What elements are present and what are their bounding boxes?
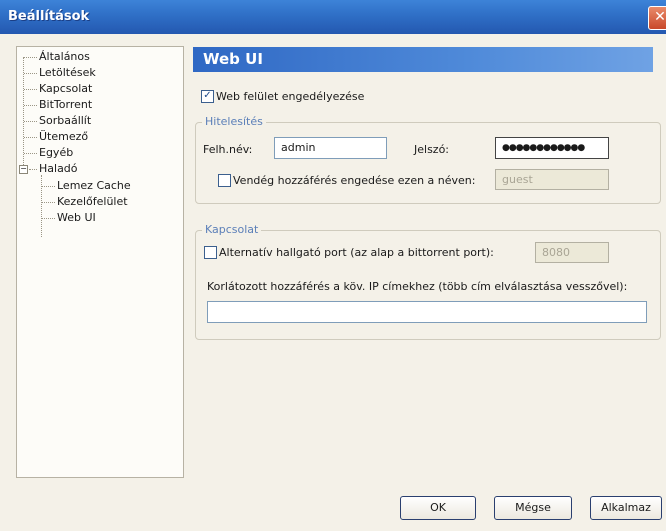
- title-bar: Beállítások ✕: [0, 0, 666, 34]
- tree-item-web-ui[interactable]: Web UI: [57, 211, 96, 226]
- restrict-ip-label: Korlátozott hozzáférés a köv. IP címekhe…: [207, 280, 628, 293]
- tree-item-altalanos[interactable]: Általános: [39, 50, 90, 65]
- enable-webui-label: Web felület engedélyezése: [216, 90, 365, 103]
- tree-item-bittorrent[interactable]: BitTorrent: [39, 98, 92, 113]
- guest-access-label: Vendég hozzáférés engedése ezen a néven:: [233, 174, 476, 187]
- tree-line: [24, 121, 37, 122]
- tree-item-sorbaallit[interactable]: Sorbaállít: [39, 114, 91, 129]
- tree-line: [24, 89, 37, 90]
- cancel-button[interactable]: Mégse: [494, 496, 572, 520]
- auth-group: [195, 122, 661, 204]
- tree-item-kezelofelulet[interactable]: Kezelőfelület: [57, 195, 128, 210]
- tree-item-kapcsolat[interactable]: Kapcsolat: [39, 82, 92, 97]
- tree-item-lemez-cache[interactable]: Lemez Cache: [57, 179, 131, 194]
- close-button[interactable]: ✕: [648, 6, 666, 30]
- tree-line: [24, 73, 37, 74]
- guest-name-field[interactable]: guest: [495, 169, 609, 190]
- settings-tree[interactable]: Általános Letöltések Kapcsolat BitTorren…: [16, 46, 184, 478]
- tree-item-utemezo[interactable]: Ütemező: [39, 130, 88, 145]
- tree-line: [42, 202, 55, 203]
- restrict-ip-field[interactable]: [207, 301, 647, 323]
- connection-group-title: Kapcsolat: [202, 223, 262, 236]
- tree-line: [42, 186, 55, 187]
- tree-line: [42, 218, 55, 219]
- tree-item-letoltesek[interactable]: Letöltések: [39, 66, 96, 81]
- tree-line: [24, 137, 37, 138]
- close-icon: ✕: [654, 9, 666, 25]
- panel-title: Web UI: [193, 47, 653, 72]
- password-field[interactable]: ●●●●●●●●●●●●: [495, 137, 609, 159]
- username-field[interactable]: admin: [274, 137, 387, 159]
- auth-group-title: Hitelesítés: [202, 115, 266, 128]
- tree-line: [29, 169, 37, 170]
- apply-button[interactable]: Alkalmaz: [590, 496, 662, 520]
- window-title: Beállítások: [8, 9, 90, 24]
- enable-webui-checkbox[interactable]: ✓: [201, 90, 214, 103]
- tree-line: [41, 175, 42, 237]
- alt-port-field[interactable]: 8080: [535, 242, 609, 263]
- guest-access-checkbox[interactable]: [218, 174, 231, 187]
- collapse-icon[interactable]: −: [19, 165, 28, 174]
- alt-port-checkbox[interactable]: [204, 246, 217, 259]
- ok-button[interactable]: OK: [400, 496, 476, 520]
- username-label: Felh.név:: [203, 143, 253, 156]
- alt-port-label: Alternatív hallgató port (az alap a bitt…: [219, 246, 494, 259]
- tree-line: [24, 57, 37, 58]
- tree-line: [24, 153, 37, 154]
- password-label: Jelszó:: [414, 143, 450, 156]
- tree-item-egyeb[interactable]: Egyéb: [39, 146, 73, 161]
- tree-item-halado[interactable]: Haladó: [39, 162, 78, 177]
- tree-line: [24, 105, 37, 106]
